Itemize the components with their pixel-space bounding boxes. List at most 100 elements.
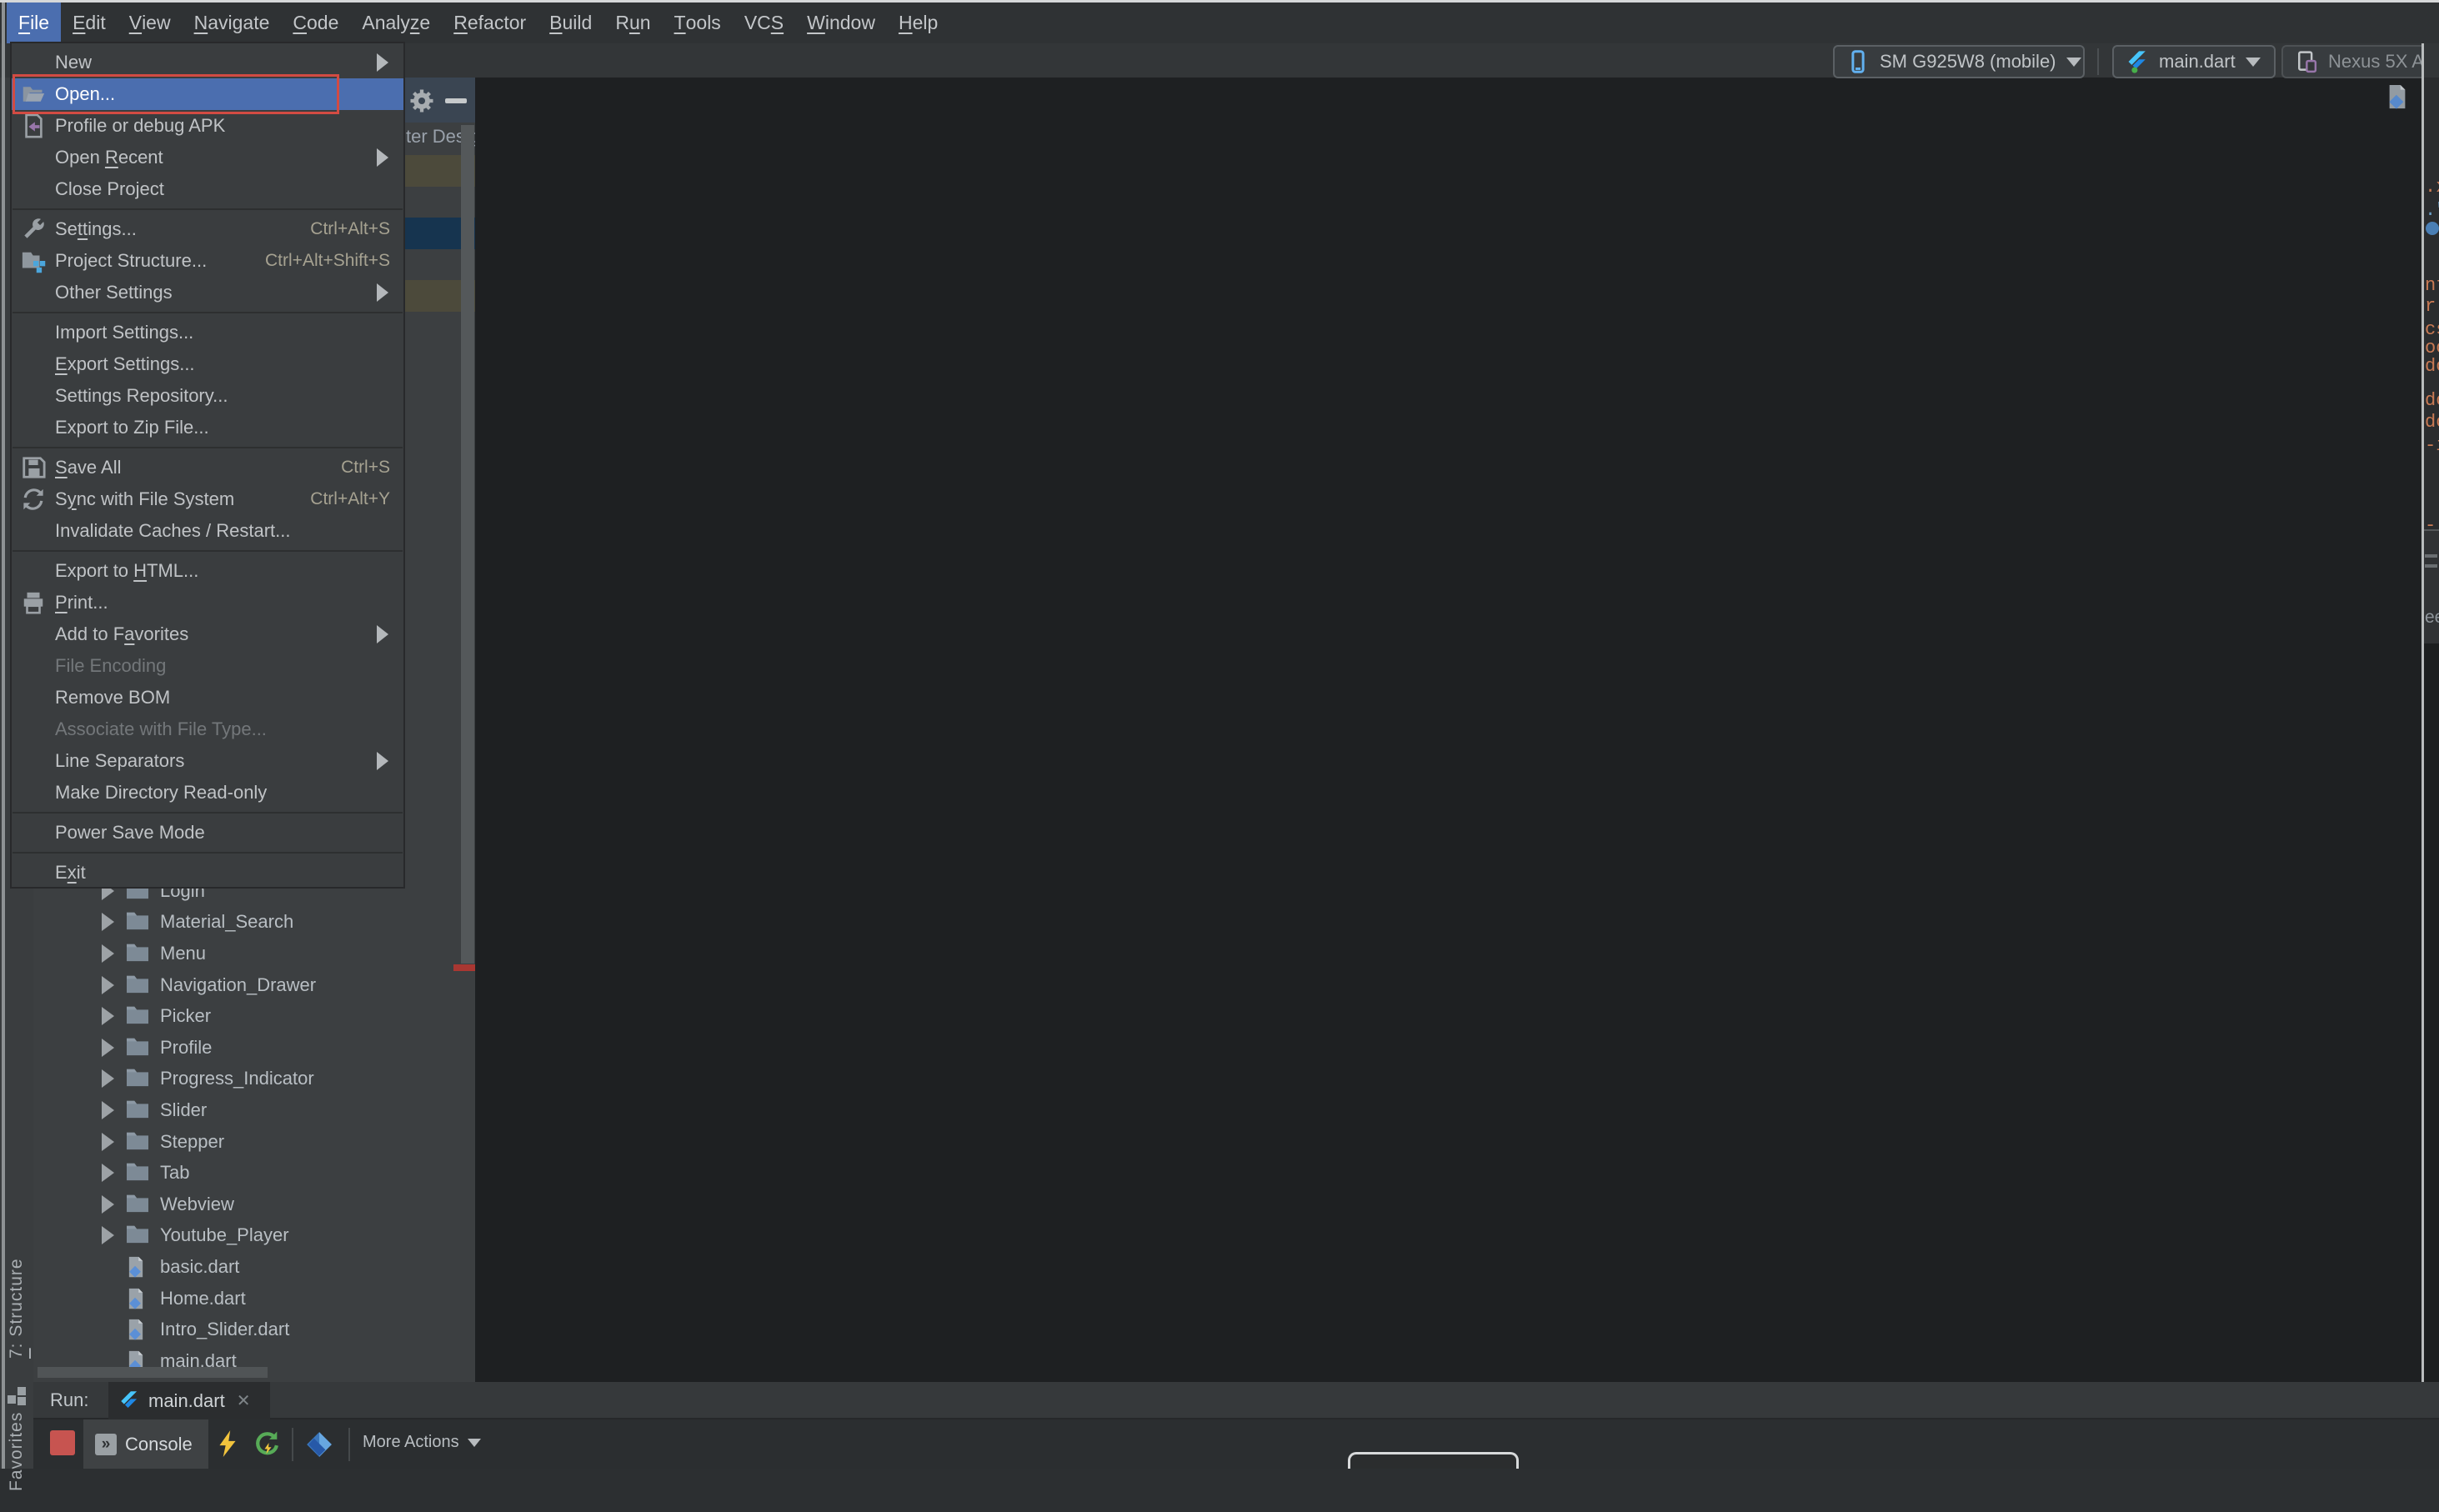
- menu-item-export-to-zip-file[interactable]: Export to Zip File...: [12, 412, 403, 443]
- menubar-item-run[interactable]: Run: [603, 3, 662, 43]
- dart-file-icon: [125, 1254, 152, 1279]
- hot-restart-icon[interactable]: [252, 1429, 282, 1458]
- menu-item-invalidate-caches-restart[interactable]: Invalidate Caches / Restart...: [12, 515, 403, 547]
- expand-arrow-icon[interactable]: [102, 975, 114, 994]
- tree-item-profile[interactable]: Profile: [33, 1032, 460, 1064]
- expand-arrow-icon[interactable]: [102, 944, 114, 963]
- menubar-item-navigate[interactable]: Navigate: [183, 3, 282, 43]
- menu-item-close-project[interactable]: Close Project: [12, 173, 403, 205]
- sliver-panel-text: ee: [2425, 608, 2439, 627]
- menu-item-save-all[interactable]: Save All Ctrl+S: [12, 452, 403, 483]
- menu-item-new[interactable]: New: [12, 47, 403, 78]
- menu-item-settings-repository[interactable]: Settings Repository...: [12, 380, 403, 412]
- menu-item-other-settings[interactable]: Other Settings: [12, 277, 403, 308]
- tree-item-label: Slider: [160, 1099, 208, 1120]
- chevron-down-icon: [2245, 57, 2261, 67]
- menubar-item-help[interactable]: Help: [887, 3, 949, 43]
- tree-item-stepper[interactable]: Stepper: [33, 1126, 460, 1158]
- tree-item-menu[interactable]: Menu: [33, 938, 460, 969]
- menu-item-export-settings[interactable]: Export Settings...: [12, 348, 403, 380]
- window-left-edge: [2, 3, 5, 1469]
- menu-icon-spacer: [18, 748, 48, 774]
- menu-icon-spacer: [18, 319, 48, 346]
- hot-reload-icon[interactable]: [213, 1429, 242, 1458]
- device-selector[interactable]: SM G925W8 (mobile): [1833, 45, 2085, 78]
- tree-item-tab[interactable]: Tab: [33, 1157, 460, 1189]
- cutoff-popup-button[interactable]: [1348, 1452, 1519, 1469]
- toolwindow-button-favorites[interactable]: Favorites: [0, 1390, 33, 1512]
- menu-item-label: Line Separators: [55, 750, 185, 771]
- menu-item-label: File Encoding: [55, 655, 167, 676]
- tree-item-navigation-drawer[interactable]: Navigation_Drawer: [33, 969, 460, 1001]
- menu-item-open[interactable]: Open...: [12, 78, 403, 110]
- menu-item-project-structure[interactable]: Project Structure... Ctrl+Alt+Shift+S: [12, 245, 403, 277]
- menu-separator: [13, 208, 403, 210]
- more-actions-button[interactable]: More Actions: [363, 1433, 481, 1452]
- tree-item-youtube-player[interactable]: Youtube_Player: [33, 1220, 460, 1252]
- tree-item-material-search[interactable]: Material_Search: [33, 907, 460, 939]
- tree-item-progress-indicator[interactable]: Progress_Indicator: [33, 1064, 460, 1095]
- menu-item-remove-bom[interactable]: Remove BOM: [12, 682, 403, 713]
- tab-console[interactable]: » Console: [83, 1419, 208, 1469]
- expand-arrow-icon[interactable]: [102, 1007, 114, 1026]
- tree-item-intro-slider-dart[interactable]: Intro_Slider.dart: [33, 1314, 460, 1345]
- menubar-item-vcs[interactable]: VC S: [733, 3, 795, 43]
- expand-arrow-icon[interactable]: [102, 1194, 114, 1214]
- menu-item-open-recent[interactable]: Open Recent: [12, 142, 403, 173]
- dart-devtools-icon[interactable]: [305, 1430, 333, 1459]
- expand-arrow-icon[interactable]: [102, 1226, 114, 1245]
- menu-item-settings[interactable]: Settings... Ctrl+Alt+S: [12, 213, 403, 245]
- tree-item-label: Progress_Indicator: [160, 1068, 314, 1089]
- code-fragment: do: [2425, 356, 2439, 377]
- expand-arrow-icon[interactable]: [102, 1132, 114, 1151]
- run-tab-main-dart[interactable]: main.dart ✕: [108, 1382, 270, 1419]
- menu-icon-spacer: [18, 518, 48, 544]
- menu-item-exit[interactable]: Exit: [12, 857, 403, 889]
- tree-item-basic-dart[interactable]: basic.dart: [33, 1251, 460, 1283]
- expand-arrow-icon[interactable]: [102, 913, 114, 932]
- menu-item-shortcut: Ctrl+Alt+Y: [310, 489, 390, 508]
- menu-item-add-to-favorites[interactable]: Add to Favorites: [12, 618, 403, 650]
- menubar-item-refactor[interactable]: Refactor: [442, 3, 538, 43]
- tree-item-home-dart[interactable]: Home.dart: [33, 1283, 460, 1314]
- menu-item-print[interactable]: Print...: [12, 587, 403, 618]
- tree-item-slider[interactable]: Slider: [33, 1094, 460, 1126]
- run-toolbar: » Console More Actions: [33, 1419, 2439, 1469]
- menu-item-power-save-mode[interactable]: Power Save Mode: [12, 817, 403, 849]
- menubar-item-window[interactable]: Window: [795, 3, 887, 43]
- menubar-item-file[interactable]: File: [7, 3, 62, 43]
- menubar-item-tools[interactable]: Tools: [663, 3, 733, 43]
- menu-item-export-to-html[interactable]: Export to HTML...: [12, 555, 403, 587]
- menubar-item-edit[interactable]: Edit: [61, 3, 118, 43]
- tree-vertical-scrollbar[interactable]: [461, 125, 474, 964]
- flutter-icon: [118, 1389, 140, 1413]
- run-config-selector[interactable]: main.dart: [2112, 45, 2276, 78]
- menubar-item-build[interactable]: Build: [538, 3, 603, 43]
- submenu-arrow-icon: [377, 283, 388, 302]
- expand-arrow-icon[interactable]: [102, 1069, 114, 1089]
- tree-item-picker[interactable]: Picker: [33, 1000, 460, 1032]
- menubar-item-code[interactable]: Code: [281, 3, 350, 43]
- menubar-item-analyze[interactable]: Analy z e: [350, 3, 442, 43]
- menu-item-profile-or-debug-apk[interactable]: Profile or debug APK: [12, 110, 403, 142]
- menu-item-import-settings[interactable]: Import Settings...: [12, 317, 403, 348]
- folder-icon: [125, 1160, 152, 1185]
- tree-horizontal-scrollbar[interactable]: [38, 1367, 268, 1378]
- expand-arrow-icon[interactable]: [102, 1100, 114, 1119]
- expand-arrow-icon[interactable]: [102, 1164, 114, 1183]
- expand-arrow-icon[interactable]: [102, 1038, 114, 1057]
- close-icon[interactable]: ✕: [237, 1390, 251, 1411]
- menu-item-line-separators[interactable]: Line Separators: [12, 745, 403, 777]
- stop-button[interactable]: [50, 1430, 75, 1455]
- target-device-selector[interactable]: Nexus 5X AP: [2281, 45, 2439, 78]
- gear-icon[interactable]: [407, 86, 437, 116]
- menubar-item-view[interactable]: View: [118, 3, 183, 43]
- menu-item-label: New: [55, 52, 93, 73]
- hide-panel-icon[interactable]: [445, 98, 467, 103]
- folder-icon: [125, 1004, 152, 1029]
- menu-item-make-directory-read-only[interactable]: Make Directory Read-only: [12, 777, 403, 809]
- menu-item-sync-with-file-system[interactable]: Sync with File System Ctrl+Alt+Y: [12, 483, 403, 515]
- toolwindow-button-structure[interactable]: 7: Structure: [0, 1234, 33, 1384]
- wrench-icon: [18, 216, 48, 243]
- tree-item-webview[interactable]: Webview: [33, 1189, 460, 1220]
